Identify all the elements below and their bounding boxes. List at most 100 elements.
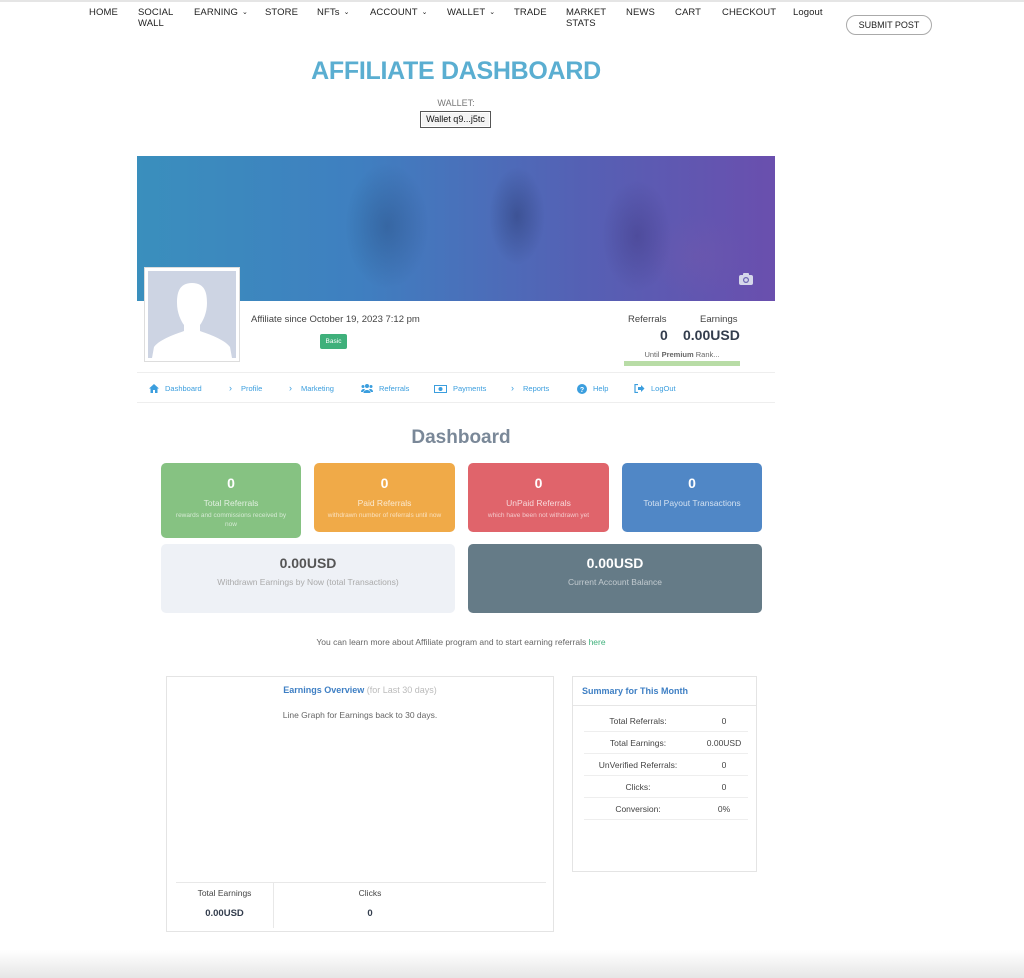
earnings-overview-panel: Earnings Overview (for Last 30 days) Lin…: [166, 676, 554, 932]
top-border: [0, 0, 1024, 2]
summary-key: Clicks:: [625, 782, 651, 792]
nav-store[interactable]: STORE: [265, 7, 298, 18]
chevron-down-icon: ⌄: [343, 9, 350, 16]
rank-progress-text: Until Premium Rank...: [624, 350, 740, 359]
earnings-overview-title: Earnings Overview (for Last 30 days): [167, 685, 553, 695]
card-sub: which have been not withdrawn yet: [487, 512, 590, 519]
card-label: Paid Referrals: [357, 498, 412, 508]
user-silhouette-icon: [152, 283, 232, 358]
earnings-value: 0.00USD: [683, 327, 740, 343]
summary-key: UnVerified Referrals:: [598, 760, 678, 770]
nav-social-wall[interactable]: SOCIAL WALL: [138, 7, 178, 29]
learn-more-link[interactable]: here: [589, 637, 606, 647]
rank-progress-bar: [624, 361, 740, 366]
subnav-dashboard[interactable]: Dashboard: [149, 373, 202, 404]
paid-referrals-card: 0 Paid Referrals withdrawn number of ref…: [314, 463, 455, 532]
card-sub: rewards and commissions received by now: [175, 512, 287, 528]
nav-news[interactable]: NEWS: [626, 7, 655, 18]
subnav-referrals[interactable]: Referrals: [361, 373, 409, 404]
summary-key: Total Earnings:: [609, 738, 667, 748]
nav-home[interactable]: HOME: [89, 7, 118, 18]
home-icon: [149, 384, 159, 393]
subnav-label: Payments: [453, 384, 487, 393]
summary-value: 0.00USD: [706, 738, 742, 748]
nav-label: CHECKOUT: [722, 7, 777, 18]
chevron-right-icon: ›: [511, 383, 514, 393]
nav-cart[interactable]: CART: [675, 7, 701, 18]
subnav-payments[interactable]: Payments: [434, 373, 486, 404]
nav-label: STORE: [265, 7, 299, 18]
footer-value: 0: [367, 908, 373, 919]
summary-key: Conversion:: [615, 804, 661, 814]
nav-market-stats[interactable]: MARKET STATS: [566, 7, 608, 29]
footer-clicks: Clicks 0: [274, 883, 466, 928]
summary-value: 0: [721, 716, 727, 726]
summary-title: Summary for This Month: [582, 686, 689, 696]
total-referrals-card: 0 Total Referrals rewards and commission…: [161, 463, 301, 538]
nav-nfts[interactable]: NFTs ⌄: [317, 7, 350, 19]
card-value: 0.00USD: [586, 555, 644, 571]
main-nav: HOME SOCIAL WALL EARNING ⌄ STORE NFTs ⌄ AC…: [0, 7, 1024, 37]
card-label: UnPaid Referrals: [506, 498, 571, 508]
subnav-label: Reports: [523, 384, 550, 393]
summary-divider: [573, 705, 756, 706]
nav-label: NEWS: [626, 7, 655, 18]
card-label: Total Payout Transactions: [643, 498, 741, 508]
nav-trade[interactable]: TRADE: [514, 7, 547, 18]
card-value: 0: [534, 475, 543, 491]
title-sub: (for Last 30 days): [364, 685, 437, 695]
subnav-help[interactable]: ? Help: [577, 373, 608, 404]
footer-label: Total Earnings: [197, 888, 252, 898]
nav-earning[interactable]: EARNING ⌄: [194, 7, 248, 19]
subnav-marketing[interactable]: › Marketing: [289, 373, 334, 404]
wallet-button[interactable]: Wallet q9...j5tc: [420, 111, 491, 128]
title-main: Earnings Overview: [283, 685, 365, 695]
nav-checkout[interactable]: CHECKOUT: [722, 7, 776, 18]
earnings-graph-placeholder: Line Graph for Earnings back to 30 days.: [282, 710, 438, 720]
nav-account[interactable]: ACCOUNT ⌄: [370, 7, 428, 19]
card-label: Current Account Balance: [567, 577, 663, 587]
subnav-label: LogOut: [651, 384, 676, 393]
question-circle-icon: ?: [577, 383, 587, 394]
subnav-label: Marketing: [301, 384, 334, 393]
total-payout-card: 0 Total Payout Transactions: [622, 463, 762, 532]
wallet-label: WALLET:: [437, 98, 475, 108]
nav-logout[interactable]: Logout: [793, 7, 823, 18]
monthly-summary-panel: Summary for This Month Total Referrals: 0…: [572, 676, 757, 872]
rank-badge: Basic: [320, 334, 347, 349]
subnav-profile[interactable]: › Profile: [229, 373, 262, 404]
page-footer-fade: [0, 950, 1024, 978]
subnav-logout[interactable]: LogOut: [634, 373, 676, 404]
subnav-reports[interactable]: › Reports: [511, 373, 549, 404]
summary-row: Total Earnings: 0.00USD: [584, 732, 748, 754]
camera-icon[interactable]: [739, 273, 753, 285]
unpaid-referrals-card: 0 UnPaid Referrals which have been not w…: [468, 463, 609, 532]
affiliate-subnav: Dashboard › Profile › Marketing Referral…: [137, 372, 775, 403]
nav-label: WALLET: [447, 7, 486, 18]
account-balance-card: 0.00USD Current Account Balance: [468, 544, 762, 613]
card-label: Withdrawn Earnings by Now (total Transac…: [217, 577, 399, 587]
svg-text:?: ?: [580, 387, 584, 394]
avatar[interactable]: [145, 268, 239, 361]
card-value: 0.00USD: [279, 555, 337, 571]
subnav-label: Referrals: [379, 384, 410, 393]
nav-label: MARKET STATS: [566, 7, 607, 29]
footer-value: 0.00USD: [205, 908, 244, 919]
card-value: 0: [380, 475, 389, 491]
referrals-label: Referrals: [628, 314, 667, 325]
submit-post-button[interactable]: SUBMIT POST: [846, 15, 932, 35]
earnings-label: Earnings: [700, 314, 738, 325]
nav-wallet[interactable]: WALLET ⌄: [447, 7, 495, 19]
summary-value: 0%: [717, 804, 731, 814]
footer-label: Clicks: [358, 888, 382, 898]
footer-total-earnings: Total Earnings 0.00USD: [176, 883, 274, 928]
rank-prefix: Until: [644, 350, 662, 359]
users-icon: [361, 384, 373, 393]
nav-label: Logout: [793, 7, 823, 18]
withdrawn-earnings-card: 0.00USD Withdrawn Earnings by Now (total…: [161, 544, 455, 613]
referrals-value: 0: [660, 327, 668, 343]
nav-label: ACCOUNT: [370, 7, 418, 18]
nav-label: HOME: [89, 7, 118, 18]
chevron-down-icon: ⌄: [421, 9, 428, 16]
page-title: AFFILIATE DASHBOARD: [311, 57, 601, 85]
